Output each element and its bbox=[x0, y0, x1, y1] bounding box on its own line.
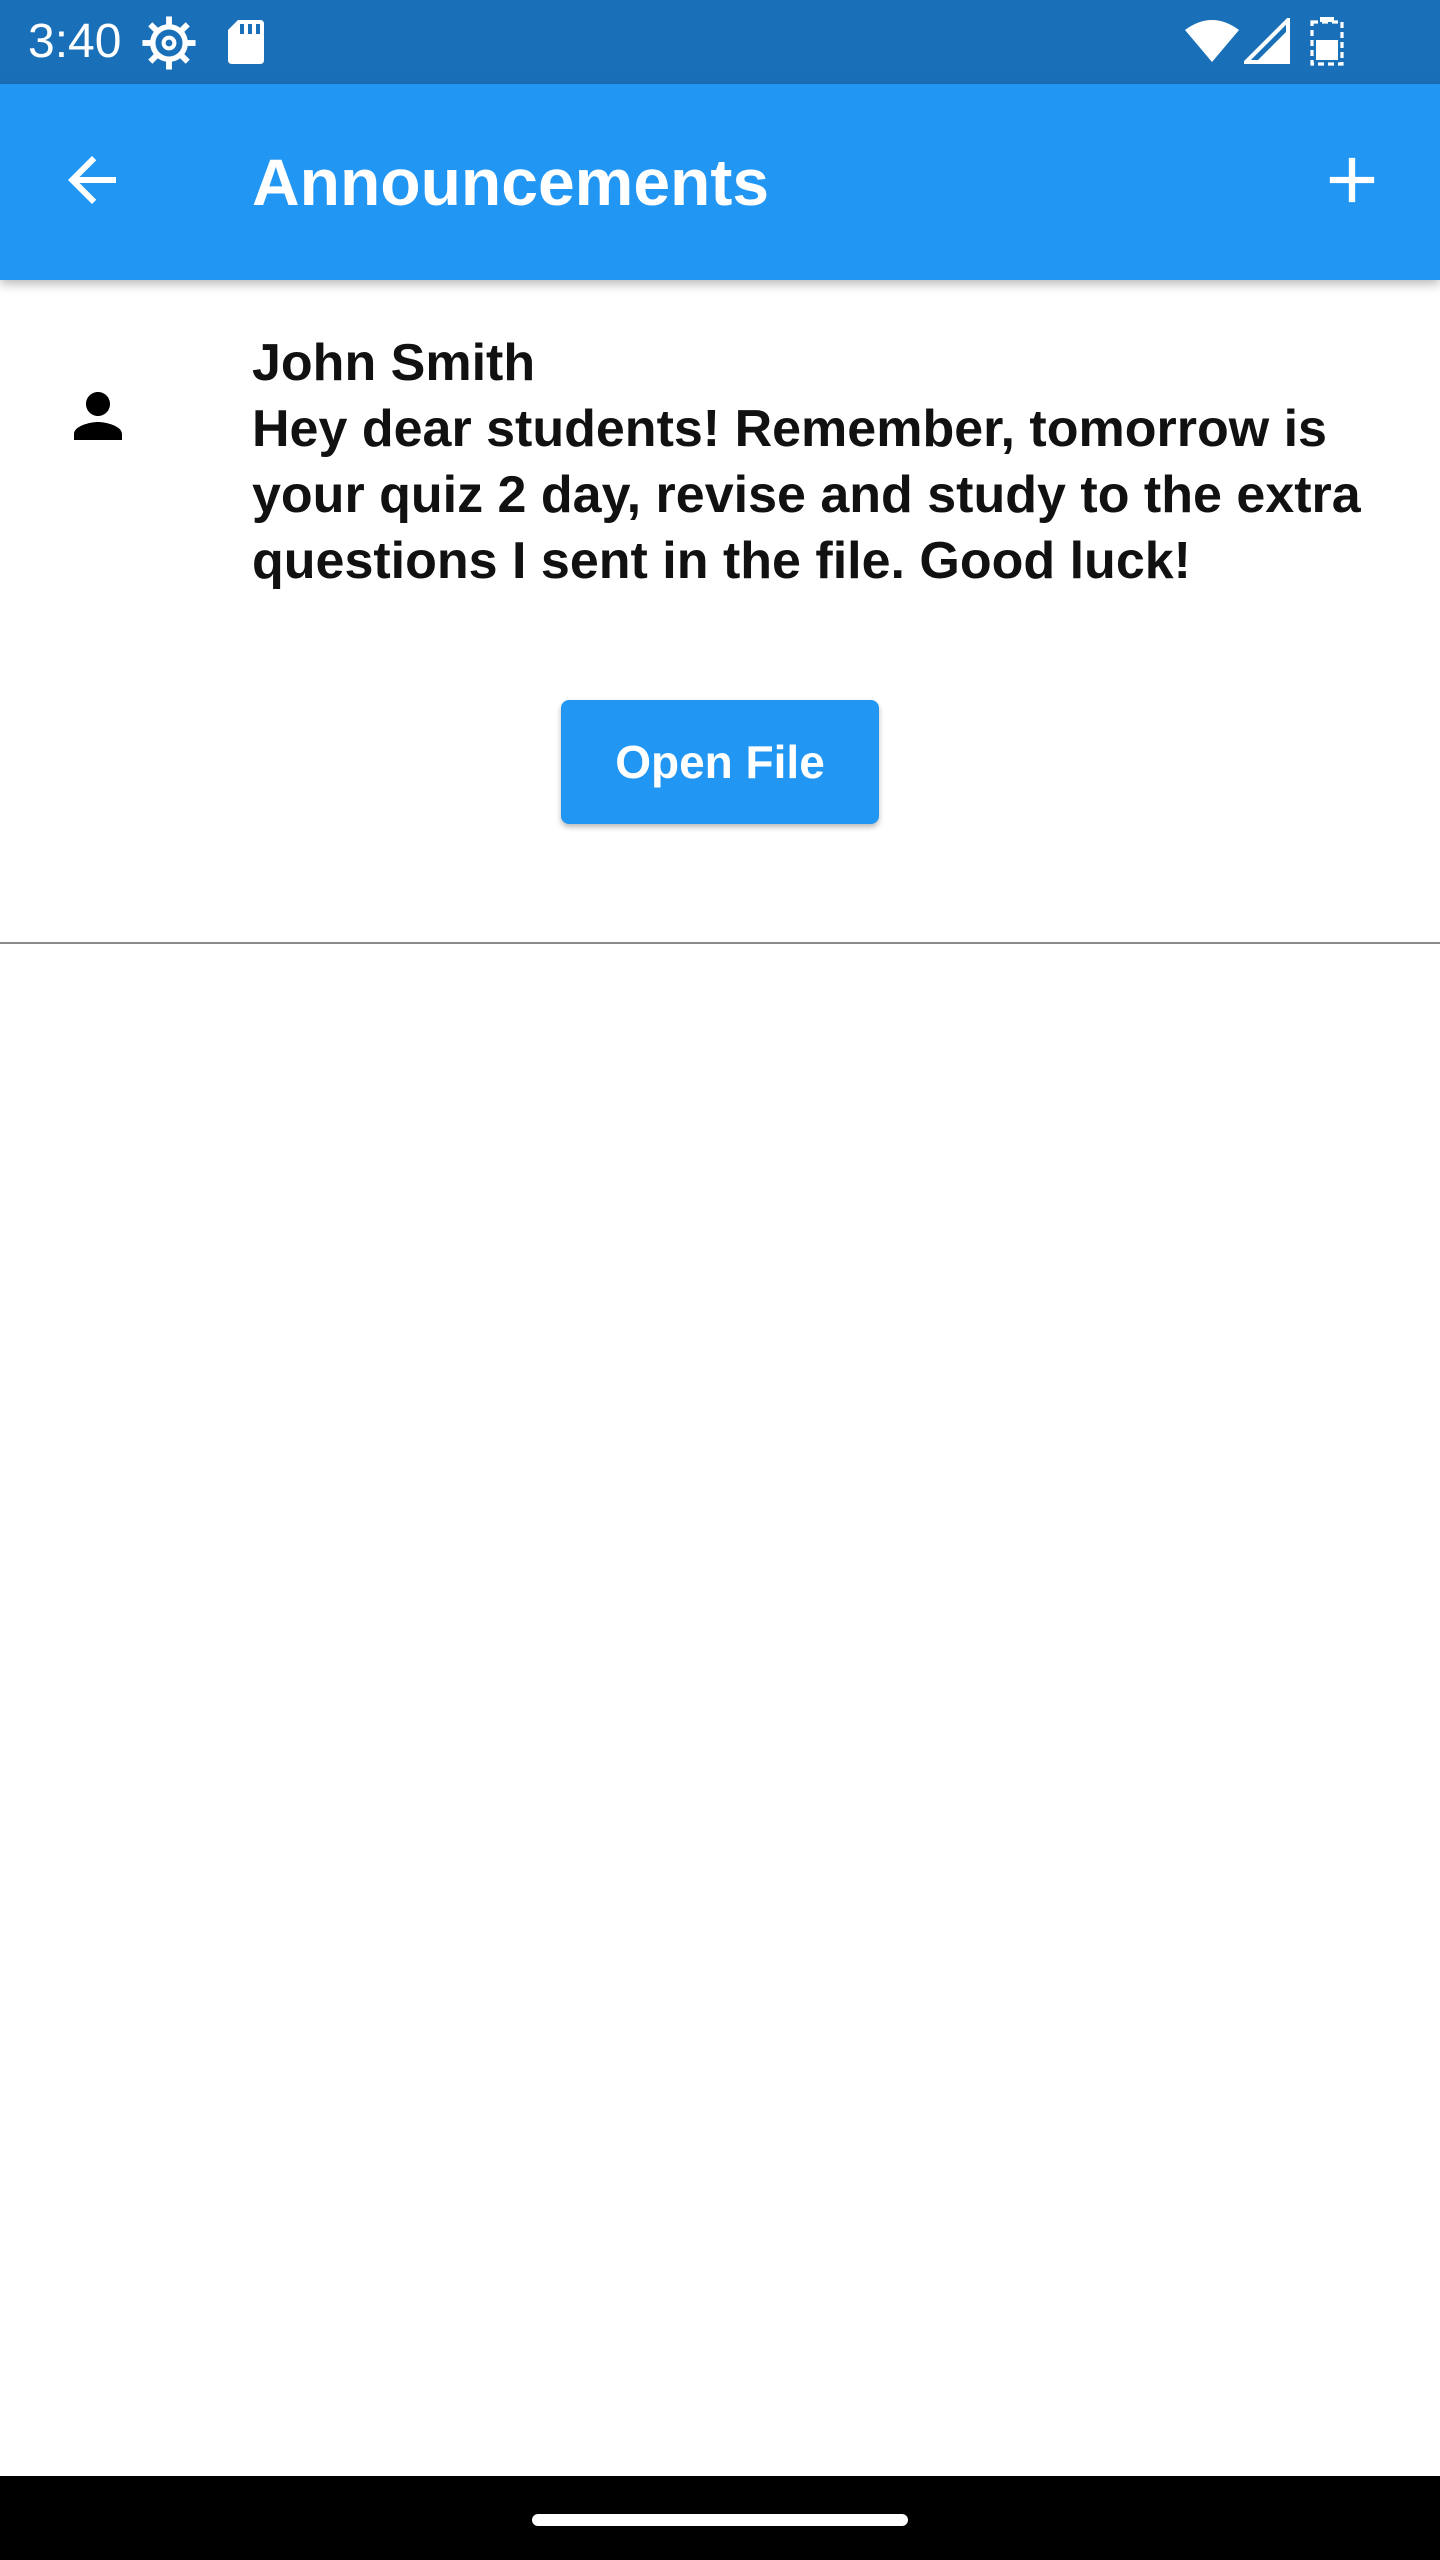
open-file-button[interactable]: Open File bbox=[561, 700, 879, 824]
app-bar: Announcements bbox=[0, 84, 1440, 280]
announcements-screen: 3:40 Announcements John Smith Hey dear s… bbox=[0, 0, 1440, 2560]
announcement-message: Hey dear students! Remember, tomorrow is… bbox=[252, 400, 1361, 590]
navigation-bar bbox=[0, 2476, 1440, 2560]
home-gesture-handle[interactable] bbox=[532, 2514, 908, 2526]
cell-signal-icon bbox=[1241, 15, 1290, 69]
settings-gear-icon bbox=[142, 16, 196, 75]
page-title: Announcements bbox=[252, 145, 770, 219]
announcement-item: John Smith Hey dear students! Remember, … bbox=[0, 280, 1440, 944]
battery-icon bbox=[1310, 16, 1344, 71]
add-announcement-button[interactable] bbox=[1300, 130, 1404, 234]
plus-icon bbox=[1314, 142, 1390, 223]
sd-card-icon bbox=[226, 18, 266, 71]
wifi-icon bbox=[1184, 18, 1240, 69]
person-icon bbox=[62, 380, 134, 452]
back-button[interactable] bbox=[40, 130, 144, 234]
status-bar: 3:40 bbox=[0, 0, 1440, 84]
arrow-back-icon bbox=[56, 144, 128, 221]
announcement-author: John Smith bbox=[252, 334, 536, 392]
status-time: 3:40 bbox=[28, 15, 122, 68]
